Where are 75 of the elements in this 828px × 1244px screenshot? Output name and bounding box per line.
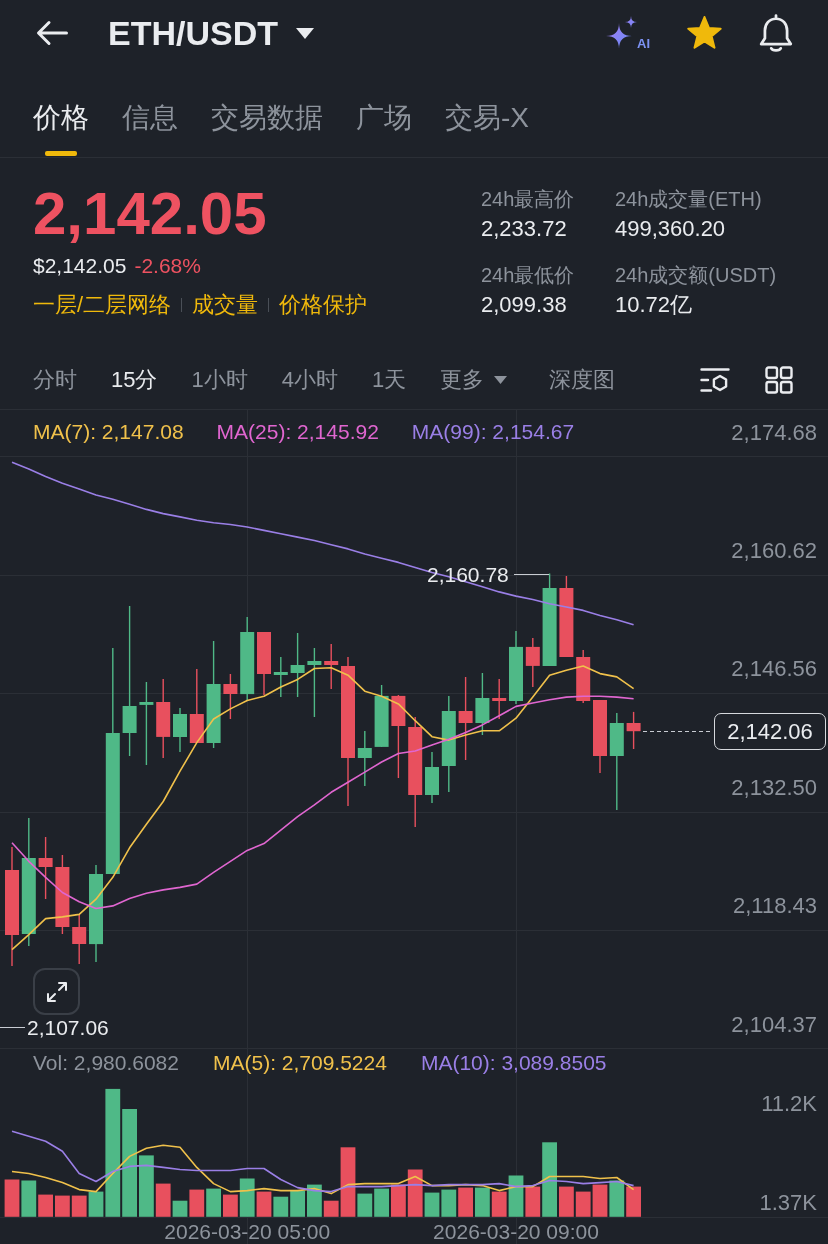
price-axis-label: 2,132.50 [731, 775, 817, 800]
stat-label: 24h最低价 [481, 263, 576, 288]
candle [374, 684, 389, 748]
price-axis-label: 2,104.37 [731, 1012, 817, 1037]
volume-legend: Vol: 2,980.6082 [33, 1051, 179, 1075]
candle [475, 672, 490, 736]
tab[interactable]: 交易数据 [211, 66, 323, 157]
candle [425, 751, 439, 804]
price-axis-label: 2,118.43 [733, 894, 817, 919]
time-axis-label: 2026-03-20 05:00 [164, 1220, 331, 1244]
price-axis-label: 2,146.56 [731, 657, 817, 682]
stat-value: 10.72亿 [615, 292, 694, 318]
caret-down-icon [494, 375, 508, 384]
last-price: 2,142.05 [33, 184, 267, 244]
interval-tab[interactable]: 分时 [33, 365, 77, 394]
interval-tab[interactable]: 15分 [111, 365, 158, 394]
current-price-tag: 2,142.06 [714, 713, 826, 750]
interval-tab[interactable]: 4小时 [281, 365, 338, 394]
candle [525, 637, 540, 688]
time-axis-label: 2026-03-20 09:00 [433, 1220, 599, 1244]
moving-average-legend: MA(25): 2,145.92 [216, 420, 379, 444]
leader-line [513, 574, 550, 575]
interval-tab[interactable]: 1小时 [191, 365, 248, 394]
ai-assistant-button[interactable]: AI [606, 16, 650, 50]
candle [324, 643, 339, 690]
stat-label: 24h成交量(ETH) [615, 187, 763, 212]
tab[interactable]: 价格 [33, 66, 89, 157]
grid-icon[interactable] [765, 365, 793, 394]
low-price-label: 2,107.06 [27, 1016, 109, 1040]
depth-chart-tab[interactable]: 深度图 [549, 365, 616, 394]
usd-price: $2,142.05 [33, 253, 127, 279]
stat-label: 24h成交额(USDT) [615, 263, 777, 288]
interval-tab[interactable]: 1天 [372, 365, 407, 394]
moving-average-legend: MA(99): 2,154.67 [411, 420, 575, 444]
stat-value: 2,099.38 [481, 292, 568, 318]
candle [290, 632, 305, 698]
tab[interactable]: 信息 [122, 66, 178, 157]
stat-value: 499,360.20 [615, 216, 727, 242]
tab[interactable]: 广场 [356, 66, 412, 157]
candle [223, 673, 238, 720]
candle [257, 631, 271, 696]
price-change: -2.68% [134, 253, 201, 279]
volume-legend: MA(10): 3,089.8505 [420, 1051, 607, 1075]
candle [273, 656, 288, 698]
volume-axis-label: 1.37K [759, 1191, 817, 1215]
moving-average-legend: MA(7): 2,147.08 [33, 420, 184, 444]
link[interactable]: 价格保护 [279, 291, 368, 319]
caret-down-icon [296, 27, 314, 39]
star-icon[interactable] [686, 16, 723, 50]
link[interactable]: 一层/二层网络 [33, 291, 172, 319]
bell-icon[interactable] [759, 14, 793, 52]
back-arrow-icon[interactable] [36, 20, 68, 46]
fullscreen-button[interactable] [33, 968, 80, 1015]
lines-hexagon-icon[interactable] [700, 366, 730, 393]
leader-line [0, 1027, 26, 1028]
link[interactable]: 成交量 [192, 291, 259, 319]
pair-selector[interactable]: ETH/USDT [108, 13, 314, 53]
candle [307, 647, 322, 718]
price-axis-label: 2,174.68 [731, 420, 817, 445]
volume-legend: MA(5): 2,709.5224 [212, 1051, 387, 1075]
candle [357, 730, 372, 787]
interval-tab[interactable]: 更多 [440, 365, 508, 394]
price-axis-label: 2,160.62 [731, 538, 817, 563]
stat-label: 24h最高价 [481, 187, 576, 212]
candle [38, 836, 53, 900]
candle [576, 649, 591, 704]
volume-axis-label: 11.2K [761, 1092, 817, 1116]
selected-tab-indicator [45, 151, 77, 156]
stat-value: 2,233.72 [481, 216, 568, 242]
candle [173, 707, 187, 753]
expand-arrows-icon [44, 979, 69, 1004]
candle [626, 711, 641, 750]
candle [492, 678, 507, 720]
candle [72, 914, 87, 965]
tab[interactable]: 交易-X [445, 66, 529, 157]
